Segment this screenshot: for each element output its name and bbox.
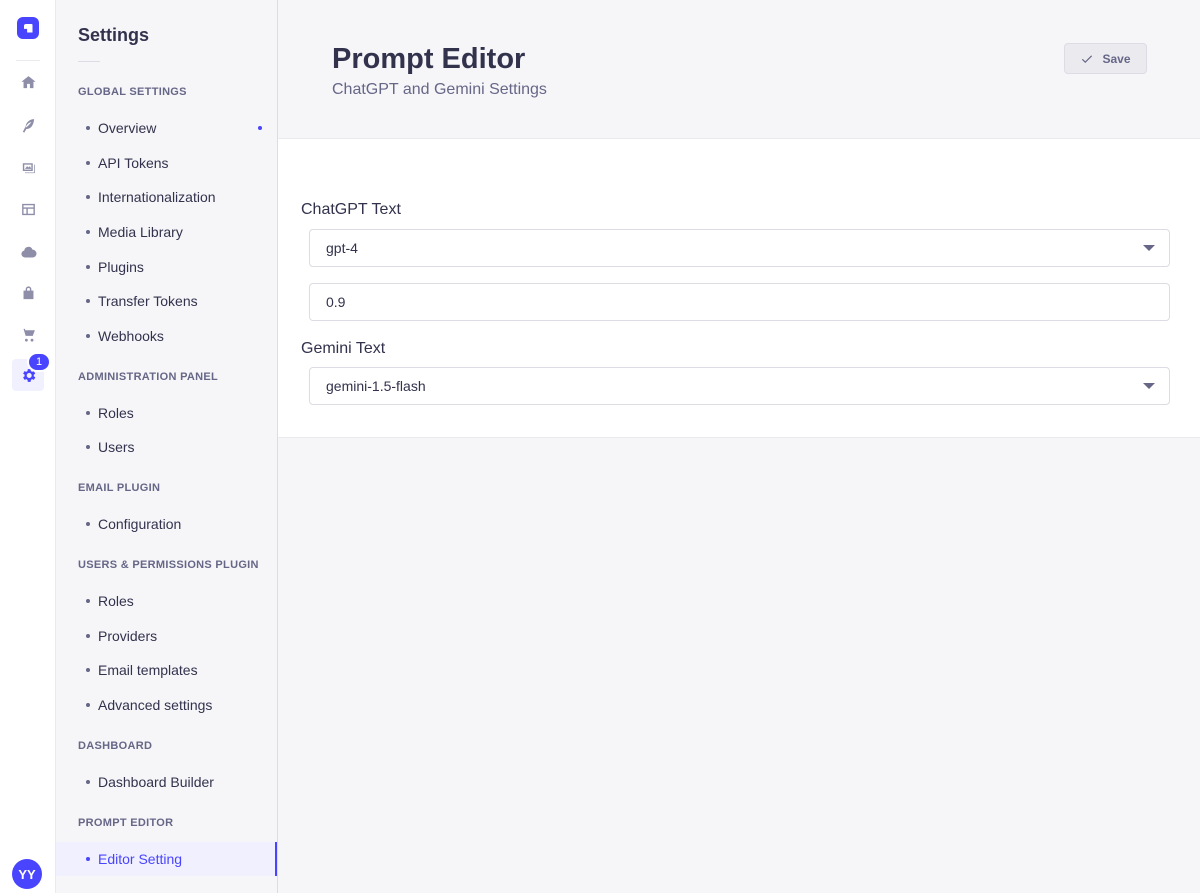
bullet bbox=[86, 780, 90, 784]
bullet bbox=[86, 411, 90, 415]
chatgpt-temperature-input[interactable]: 0.9 bbox=[309, 283, 1170, 321]
nav-item-up-roles[interactable]: Roles bbox=[56, 584, 277, 618]
nav-item-label: Webhooks bbox=[98, 328, 164, 344]
main-nav-rail: 1 YY bbox=[0, 0, 56, 893]
nav-item-label: Internationalization bbox=[98, 189, 216, 205]
caret-down-icon bbox=[1143, 383, 1155, 389]
save-button[interactable]: Save bbox=[1064, 43, 1147, 74]
rail-item-layout[interactable] bbox=[12, 193, 44, 225]
nav-item-advanced-settings[interactable]: Advanced settings bbox=[56, 688, 277, 722]
rail-item-marketplace[interactable] bbox=[12, 277, 44, 309]
check-icon bbox=[1082, 54, 1093, 63]
nav-item-api-tokens[interactable]: API Tokens bbox=[56, 146, 277, 180]
app-logo[interactable] bbox=[17, 17, 39, 39]
nav-item-label: Transfer Tokens bbox=[98, 293, 198, 309]
nav-item-label: Email templates bbox=[98, 662, 198, 678]
layout-icon bbox=[21, 203, 35, 215]
section-label-administration-panel: ADMINISTRATION PANEL bbox=[78, 371, 219, 383]
bullet bbox=[86, 195, 90, 199]
nav-item-dashboard-builder[interactable]: Dashboard Builder bbox=[56, 765, 277, 799]
gemini-label: Gemini Text bbox=[301, 340, 386, 357]
nav-item-label: Users bbox=[98, 439, 135, 455]
page-title: Prompt Editor bbox=[332, 43, 526, 75]
chatgpt-model-select[interactable]: gpt-4 bbox=[309, 229, 1170, 267]
caret-down-icon bbox=[1143, 245, 1155, 251]
settings-subnav: Settings GLOBAL SETTINGS Overview API To… bbox=[56, 0, 278, 893]
bullet bbox=[86, 703, 90, 707]
nav-item-media-library[interactable]: Media Library bbox=[56, 215, 277, 249]
nav-item-label: Advanced settings bbox=[98, 697, 213, 713]
bullet bbox=[86, 522, 90, 526]
section-label-global-settings: GLOBAL SETTINGS bbox=[78, 86, 187, 98]
media-icon bbox=[22, 162, 35, 173]
nav-item-label: Roles bbox=[98, 405, 134, 421]
bullet bbox=[86, 334, 90, 338]
nav-item-plugins[interactable]: Plugins bbox=[56, 250, 277, 284]
bullet bbox=[86, 857, 90, 861]
nav-item-admin-roles[interactable]: Roles bbox=[56, 396, 277, 430]
chatgpt-temperature-value: 0.9 bbox=[326, 294, 346, 310]
home-icon bbox=[20, 75, 36, 88]
save-button-label: Save bbox=[1102, 51, 1131, 66]
nav-item-label: Dashboard Builder bbox=[98, 774, 214, 790]
bullet bbox=[86, 265, 90, 269]
nav-item-label: Plugins bbox=[98, 259, 144, 275]
nav-item-users[interactable]: Users bbox=[56, 430, 277, 464]
nav-item-label: Editor Setting bbox=[98, 851, 183, 867]
feather-icon bbox=[22, 118, 34, 133]
nav-item-configuration[interactable]: Configuration bbox=[56, 507, 277, 541]
main-content: Prompt Editor ChatGPT and Gemini Setting… bbox=[278, 0, 1200, 893]
nav-item-overview[interactable]: Overview bbox=[56, 111, 277, 145]
rail-item-content[interactable] bbox=[12, 109, 44, 141]
rail-item-home[interactable] bbox=[12, 66, 44, 98]
rail-item-cloud[interactable] bbox=[12, 236, 44, 268]
cart-icon bbox=[20, 328, 35, 342]
section-label-email-plugin: EMAIL PLUGIN bbox=[78, 482, 161, 494]
nav-item-providers[interactable]: Providers bbox=[56, 619, 277, 653]
rail-item-shop[interactable] bbox=[12, 318, 44, 350]
section-label-dashboard: DASHBOARD bbox=[78, 740, 153, 752]
settings-panel: ChatGPT Text gpt-4 0.9 Gemini Text gemin… bbox=[278, 138, 1200, 438]
nav-item-label: Configuration bbox=[98, 516, 182, 532]
bullet bbox=[86, 161, 90, 165]
section-label-users-permissions: USERS & PERMISSIONS PLUGIN bbox=[78, 559, 259, 571]
nav-item-internationalization[interactable]: Internationalization bbox=[56, 180, 277, 214]
bullet bbox=[86, 299, 90, 303]
cloud-icon bbox=[20, 246, 37, 257]
section-label-prompt-editor: PROMPT EDITOR bbox=[78, 817, 174, 829]
chatgpt-model-value: gpt-4 bbox=[326, 240, 358, 256]
unread-dot bbox=[258, 126, 262, 130]
nav-item-label: Overview bbox=[98, 120, 157, 136]
subnav-title: Settings bbox=[78, 25, 150, 45]
bullet bbox=[86, 126, 90, 130]
rail-divider bbox=[16, 60, 40, 61]
chatgpt-label: ChatGPT Text bbox=[301, 201, 401, 218]
bullet bbox=[86, 445, 90, 449]
bullet bbox=[86, 634, 90, 638]
notification-badge: 1 bbox=[27, 352, 51, 372]
nav-item-editor-setting[interactable]: Editor Setting bbox=[56, 842, 277, 876]
nav-item-email-templates[interactable]: Email templates bbox=[56, 653, 277, 687]
nav-item-label: Media Library bbox=[98, 224, 183, 240]
nav-item-label: API Tokens bbox=[98, 155, 169, 171]
page-subtitle: ChatGPT and Gemini Settings bbox=[332, 81, 547, 98]
nav-item-label: Providers bbox=[98, 628, 158, 644]
gemini-model-select[interactable]: gemini-1.5-flash bbox=[309, 367, 1170, 405]
gemini-model-value: gemini-1.5-flash bbox=[326, 378, 426, 394]
avatar[interactable]: YY bbox=[12, 859, 42, 889]
nav-item-transfer-tokens[interactable]: Transfer Tokens bbox=[56, 284, 277, 318]
bullet bbox=[86, 230, 90, 234]
subnav-title-divider bbox=[78, 61, 100, 62]
nav-item-label: Roles bbox=[98, 593, 134, 609]
bullet bbox=[86, 599, 90, 603]
rail-item-media[interactable] bbox=[12, 151, 44, 183]
nav-item-webhooks[interactable]: Webhooks bbox=[56, 319, 277, 353]
bag-icon bbox=[23, 285, 33, 299]
bullet bbox=[86, 668, 90, 672]
